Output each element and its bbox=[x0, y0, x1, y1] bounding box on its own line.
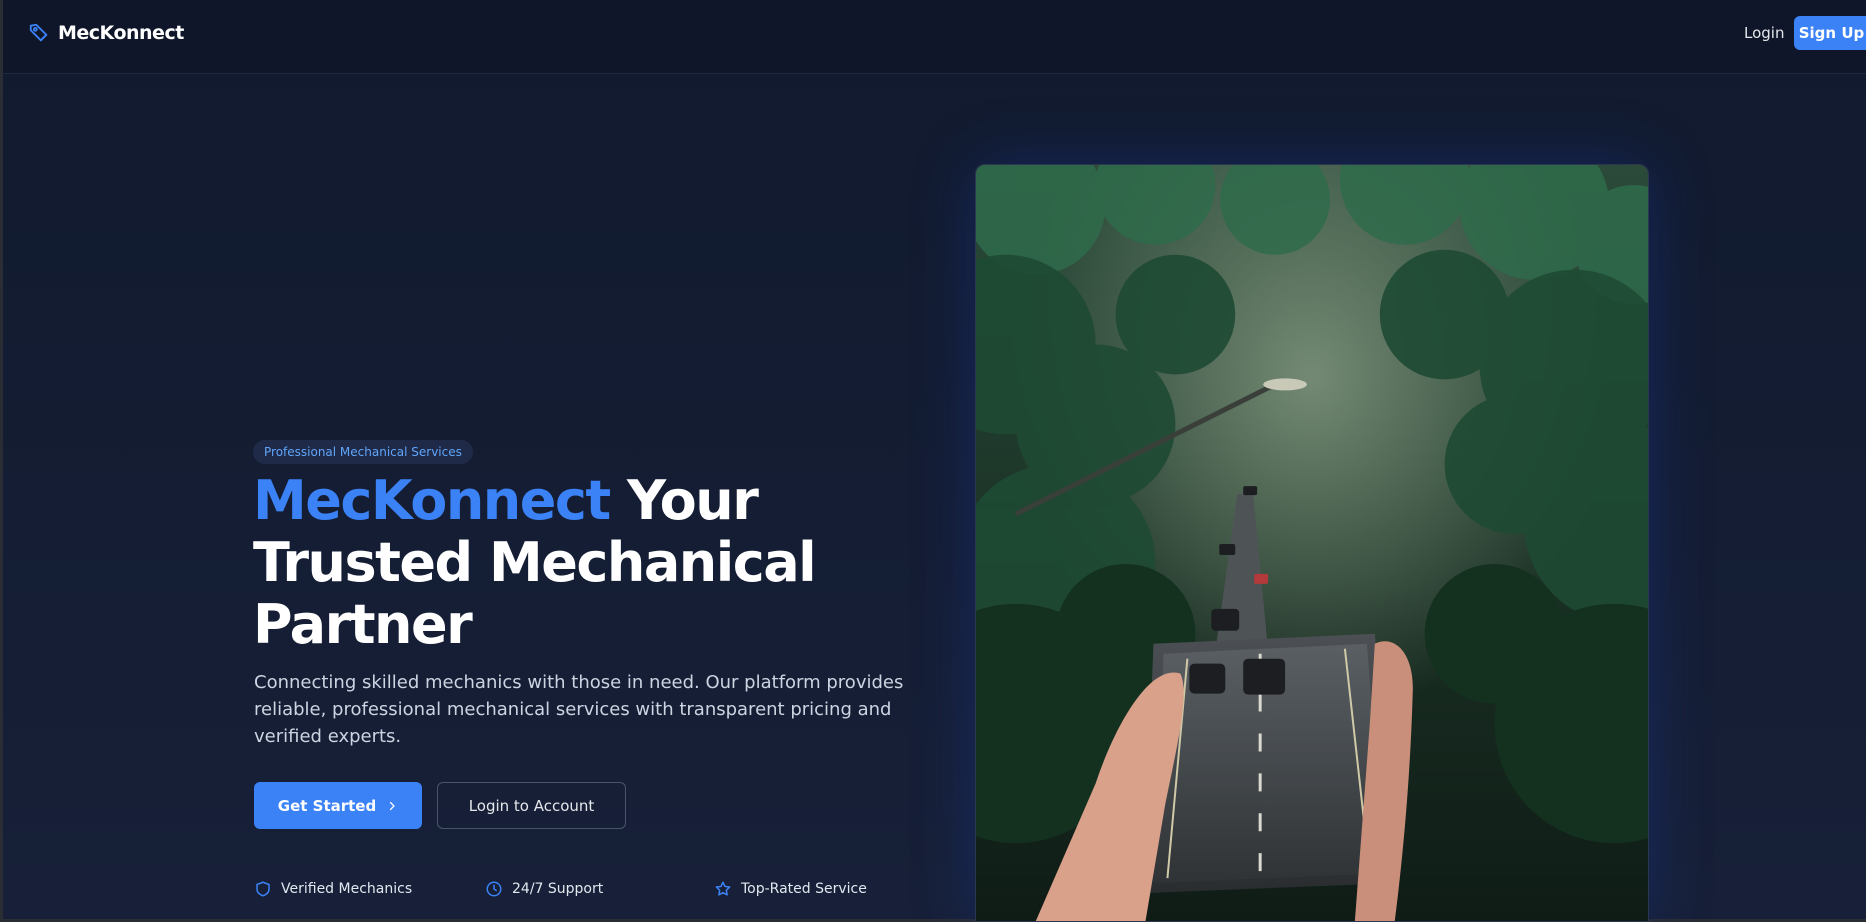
nav-login-link[interactable]: Login bbox=[1744, 22, 1784, 44]
clock-icon bbox=[486, 881, 502, 897]
feature-list: Verified Mechanics 24/7 Support Top-Rate… bbox=[254, 880, 954, 902]
get-started-button[interactable]: Get Started bbox=[254, 782, 422, 829]
services-badge: Professional Mechanical Services bbox=[253, 440, 473, 464]
get-started-label: Get Started bbox=[277, 796, 377, 815]
feature-support: 24/7 Support bbox=[485, 880, 603, 898]
hero-description: Connecting skilled mechanics with those … bbox=[254, 672, 904, 747]
feature-top-rated: Top-Rated Service bbox=[714, 880, 867, 898]
feature-label: 24/7 Support bbox=[512, 881, 604, 897]
feature-verified-mechanics: Verified Mechanics bbox=[254, 880, 412, 898]
page: MecKonnect Login Sign Up Professional Me… bbox=[0, 0, 1866, 922]
hero-title: MecKonnect Your Trusted Mechanical Partn… bbox=[253, 470, 893, 656]
feature-label: Verified Mechanics bbox=[281, 881, 413, 897]
chevron-right-icon bbox=[390, 801, 395, 810]
feature-label: Top-Rated Service bbox=[741, 881, 867, 897]
forest-road-photo bbox=[976, 165, 1648, 921]
nav-signup-button[interactable]: Sign Up bbox=[1794, 16, 1866, 50]
hero-image bbox=[975, 164, 1649, 922]
star-icon bbox=[715, 881, 731, 896]
login-to-account-button[interactable]: Login to Account bbox=[437, 782, 626, 829]
hero-title-accent: MecKonnect bbox=[253, 469, 611, 532]
top-navbar: MecKonnect Login Sign Up bbox=[3, 0, 1866, 74]
shield-icon bbox=[256, 881, 270, 897]
brand-name: MecKonnect bbox=[58, 22, 184, 44]
brand-logo[interactable]: MecKonnect bbox=[28, 20, 184, 46]
wrench-logo-icon bbox=[29, 23, 48, 42]
